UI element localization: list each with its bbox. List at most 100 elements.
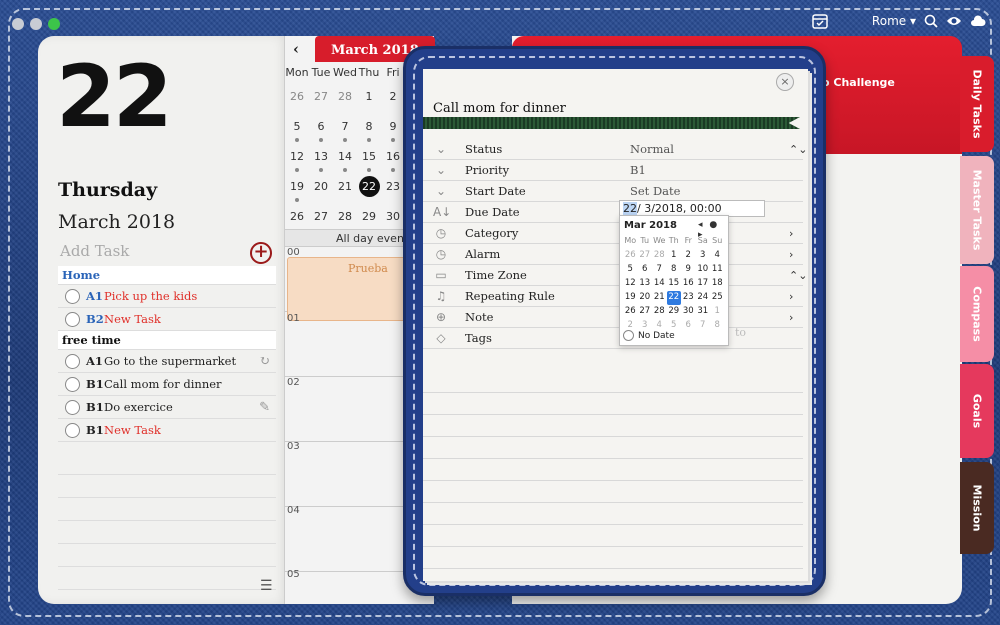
stepper-icon[interactable]: ⌃⌄	[789, 265, 807, 286]
window-minimize-button[interactable]	[30, 18, 42, 30]
task-row[interactable]: A1 Pick up the kids	[58, 285, 276, 308]
task-row[interactable]: A1 Go to the supermarket ↻	[58, 350, 276, 373]
date-picker-day[interactable]: 29	[667, 305, 682, 319]
eye-icon[interactable]	[946, 15, 962, 27]
date-picker-day[interactable]: 27	[638, 305, 653, 319]
chevron-right-icon[interactable]: ›	[789, 286, 793, 307]
date-picker-day[interactable]: 26	[623, 249, 638, 263]
calendar-day[interactable]: 27	[309, 88, 333, 118]
date-picker-day[interactable]: 12	[623, 277, 638, 291]
task-row[interactable]: B1 Call mom for dinner	[58, 373, 276, 396]
date-picker-day[interactable]: 24	[696, 291, 711, 305]
chevron-right-icon[interactable]: ›	[789, 223, 793, 244]
task-checkbox[interactable]	[65, 377, 80, 392]
task-checkbox[interactable]	[65, 400, 80, 415]
date-picker-day[interactable]: 21	[652, 291, 667, 305]
date-picker-day[interactable]: 14	[652, 277, 667, 291]
window-close-button[interactable]	[12, 18, 24, 30]
calendar-day[interactable]: 1	[357, 88, 381, 118]
calendar-day[interactable]: 7	[333, 118, 357, 148]
date-picker-day[interactable]: 19	[623, 291, 638, 305]
task-row[interactable]: B1 Do exercice ✎	[58, 396, 276, 419]
cloud-icon[interactable]	[970, 15, 986, 27]
calendar-day[interactable]: 9	[381, 118, 405, 148]
add-task-button[interactable]: +	[250, 242, 272, 264]
field-note[interactable]: ⊕ Note ›	[423, 307, 803, 328]
tab-compass[interactable]: Compass	[960, 266, 994, 362]
date-picker-day[interactable]: 18	[710, 277, 725, 291]
date-picker-day[interactable]: 8	[710, 319, 725, 333]
chevron-right-icon[interactable]: ›	[789, 307, 793, 328]
chevron-right-icon[interactable]: ›	[789, 244, 793, 265]
calendar-day[interactable]: 13	[309, 148, 333, 178]
field-category[interactable]: ◷ Category ›	[423, 223, 803, 244]
add-task-input[interactable]: Add Task	[60, 242, 278, 260]
date-picker-day[interactable]: 17	[696, 277, 711, 291]
field-alarm[interactable]: ◷ Alarm ›	[423, 244, 803, 265]
stepper-icon[interactable]: ⌃⌄	[789, 139, 807, 160]
field-value[interactable]: Set Date	[630, 181, 680, 202]
date-picker-day[interactable]: 20	[638, 291, 653, 305]
calendar-day[interactable]: 28	[333, 88, 357, 118]
calendar-day[interactable]: 8	[357, 118, 381, 148]
field-priority[interactable]: ⌄ Priority B1	[423, 160, 803, 181]
field-value[interactable]: B1	[630, 160, 646, 181]
date-picker-day[interactable]: 4	[710, 249, 725, 263]
date-picker-day[interactable]: 27	[638, 249, 653, 263]
date-picker-day[interactable]: 31	[696, 305, 711, 319]
date-picker-day[interactable]: 13	[638, 277, 653, 291]
task-row[interactable]: B2 New Task	[58, 308, 276, 331]
tab-master-tasks[interactable]: Master Tasks	[960, 156, 994, 264]
date-picker-day[interactable]: 6	[681, 319, 696, 333]
date-picker-day[interactable]: 30	[681, 305, 696, 319]
date-picker-day[interactable]: 1	[710, 305, 725, 319]
no-date-option[interactable]: No Date	[623, 330, 675, 341]
calendar-day[interactable]: 21	[333, 178, 357, 208]
date-picker-day[interactable]: 28	[652, 305, 667, 319]
date-picker-day[interactable]: 7	[696, 319, 711, 333]
date-picker-day[interactable]: 2	[681, 249, 696, 263]
tab-goals[interactable]: Goals	[960, 364, 994, 458]
calendar-day-today[interactable]: 22	[357, 176, 381, 208]
location-selector[interactable]: Rome ▾	[872, 14, 916, 28]
date-picker-day[interactable]: 8	[667, 263, 682, 277]
task-checkbox[interactable]	[65, 289, 80, 304]
date-picker-day[interactable]: 15	[667, 277, 682, 291]
calendar-day[interactable]: 26	[285, 88, 309, 118]
calendar-day[interactable]: 20	[309, 178, 333, 208]
task-checkbox[interactable]	[65, 354, 80, 369]
calendar-day[interactable]: 5	[285, 118, 309, 148]
calendar-day[interactable]: 23	[381, 178, 405, 208]
calendar-day[interactable]: 14	[333, 148, 357, 178]
date-picker-day[interactable]: 5	[623, 263, 638, 277]
field-value[interactable]: Normal	[630, 139, 674, 160]
field-status[interactable]: ⌄ Status Normal ⌃⌄	[423, 139, 807, 160]
date-picker-day[interactable]: 1	[667, 249, 682, 263]
date-picker-day[interactable]: 10	[696, 263, 711, 277]
close-button[interactable]: ×	[776, 73, 794, 91]
calendar-day[interactable]: 2	[381, 88, 405, 118]
calendar-day[interactable]: 16	[381, 148, 405, 178]
prev-month-button[interactable]: ‹	[293, 40, 299, 58]
calendar-day[interactable]: 6	[309, 118, 333, 148]
calendar-day[interactable]: 15	[357, 148, 381, 178]
task-checkbox[interactable]	[65, 312, 80, 327]
task-checkbox[interactable]	[65, 423, 80, 438]
date-picker-day[interactable]: 25	[710, 291, 725, 305]
due-date-rest[interactable]: / 3/2018, 00:00	[637, 202, 722, 215]
date-picker-day[interactable]: 23	[681, 291, 696, 305]
date-picker-day[interactable]: 7	[652, 263, 667, 277]
calendar-day[interactable]: 12	[285, 148, 309, 178]
window-zoom-button[interactable]	[48, 18, 60, 30]
date-picker-day[interactable]: 6	[638, 263, 653, 277]
date-picker-day[interactable]: 11	[710, 263, 725, 277]
tab-mission[interactable]: Mission	[960, 462, 994, 554]
date-picker-day[interactable]: 3	[696, 249, 711, 263]
menu-icon[interactable]: ☰	[260, 578, 273, 594]
tab-daily-tasks[interactable]: Daily Tasks	[960, 56, 994, 152]
calendar-day[interactable]: 19	[285, 178, 309, 208]
date-picker-day[interactable]: 9	[681, 263, 696, 277]
group-header-free-time[interactable]: free time	[58, 331, 276, 350]
date-picker-day[interactable]: 16	[681, 277, 696, 291]
field-repeating-rule[interactable]: ♫ Repeating Rule ›	[423, 286, 803, 307]
